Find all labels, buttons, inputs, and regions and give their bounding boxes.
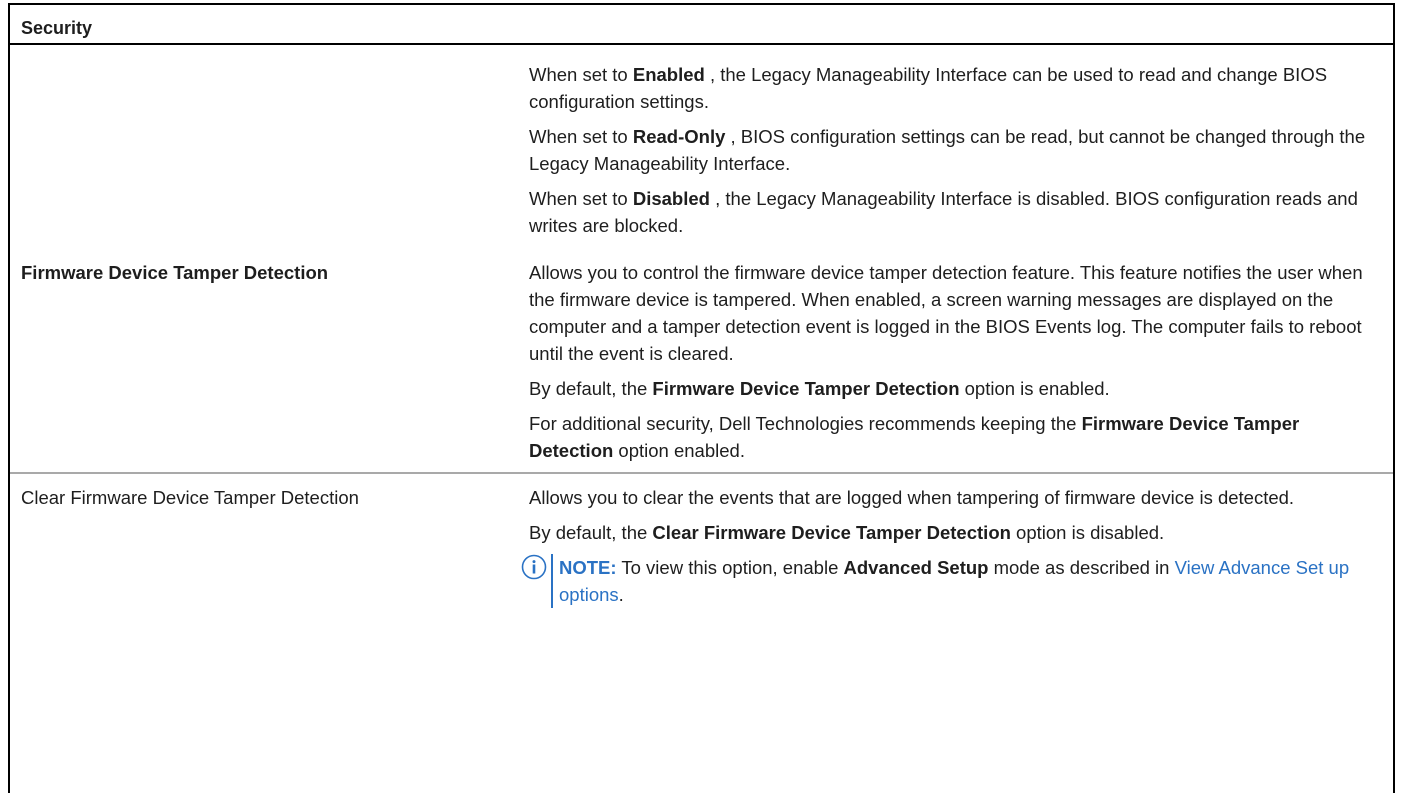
desc-disabled: When set to Disabled , the Legacy Manage… xyxy=(529,188,1358,236)
security-table: Security When set to Enabled , the Legac… xyxy=(8,3,1395,793)
setting-name-clear-tamper: Clear Firmware Device Tamper Detection xyxy=(21,487,359,508)
settings-table: When set to Enabled , the Legacy Managea… xyxy=(10,45,1393,608)
row-label-empty xyxy=(10,45,529,247)
table-row-firmware-tamper-detection: Firmware Device Tamper Detection Allows … xyxy=(10,247,1393,474)
info-circle-icon xyxy=(521,554,547,580)
desc-firmware-tamper: Allows you to control the firmware devic… xyxy=(529,262,1363,364)
row-description-firmware-tamper: Allows you to control the firmware devic… xyxy=(529,247,1393,474)
desc-firmware-tamper-recommend: For additional security, Dell Technologi… xyxy=(529,413,1300,461)
table-row-legacy-manageability: When set to Enabled , the Legacy Managea… xyxy=(10,45,1393,247)
desc-enabled: When set to Enabled , the Legacy Managea… xyxy=(529,64,1328,112)
table-row-clear-firmware-tamper: Clear Firmware Device Tamper Detection A… xyxy=(10,473,1393,608)
note-body: NOTE: To view this option, enable Advanc… xyxy=(551,554,1373,608)
desc-clear-tamper: Allows you to clear the events that are … xyxy=(529,487,1295,508)
note-text: NOTE: To view this option, enable Advanc… xyxy=(559,557,1350,605)
table-header-security: Security xyxy=(10,5,1393,45)
row-description-clear-tamper: Allows you to clear the events that are … xyxy=(521,473,1393,608)
note-callout: NOTE: To view this option, enable Advanc… xyxy=(521,554,1373,608)
row-description: When set to Enabled , the Legacy Managea… xyxy=(529,45,1393,247)
desc-read-only: When set to Read-Only , BIOS configurati… xyxy=(529,126,1366,174)
row-label-clear-tamper: Clear Firmware Device Tamper Detection xyxy=(10,473,529,608)
desc-clear-tamper-default: By default, the Clear Firmware Device Ta… xyxy=(529,522,1165,543)
setting-name-firmware-tamper: Firmware Device Tamper Detection xyxy=(21,262,329,283)
desc-firmware-tamper-default: By default, the Firmware Device Tamper D… xyxy=(529,378,1110,399)
row-label-firmware-tamper: Firmware Device Tamper Detection xyxy=(10,247,529,474)
